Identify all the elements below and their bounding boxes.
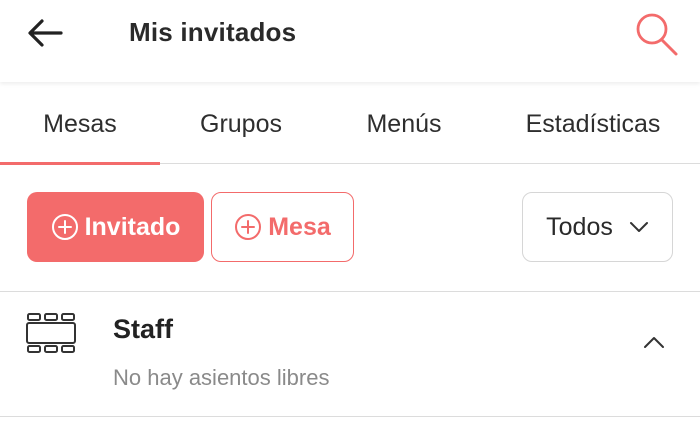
search-icon: [636, 13, 678, 56]
filter-value: Todos: [546, 212, 613, 241]
tab-menus[interactable]: Menús: [322, 84, 486, 164]
tab-label: Mesas: [43, 109, 117, 138]
guest-list-screen: Mis invitados Mesas Grupos Menús Estadís…: [0, 0, 700, 431]
tab-estadisticas[interactable]: Estadísticas: [486, 84, 700, 164]
add-guest-button[interactable]: Invitado: [27, 192, 204, 262]
tab-label: Estadísticas: [525, 109, 661, 138]
add-table-label: Mesa: [268, 212, 331, 241]
table-row[interactable]: Staff No hay asientos libres: [0, 292, 700, 416]
chevron-down-icon: [629, 222, 648, 232]
arrow-left-icon: [28, 19, 63, 47]
tab-grupos[interactable]: Grupos: [160, 84, 322, 164]
chevron-up-icon: [644, 336, 664, 348]
add-table-button[interactable]: Mesa: [211, 192, 354, 262]
add-guest-label: Invitado: [84, 212, 181, 241]
tab-label: Grupos: [200, 109, 282, 138]
page-title: Mis invitados: [129, 17, 297, 47]
table-name: Staff: [113, 314, 173, 344]
divider: [0, 416, 700, 417]
search-button[interactable]: [628, 8, 684, 60]
back-button[interactable]: [22, 12, 68, 54]
table-status: No hay asientos libres: [113, 365, 330, 390]
tab-bar: Mesas Grupos Menús Estadísticas: [0, 84, 700, 165]
top-bar: Mis invitados: [0, 0, 700, 82]
table-icon: [26, 313, 76, 353]
tab-mesas[interactable]: Mesas: [0, 84, 160, 165]
plus-circle-icon: [51, 214, 78, 240]
plus-circle-icon: [235, 214, 262, 240]
tab-label: Menús: [366, 109, 442, 138]
collapse-button[interactable]: [636, 324, 672, 360]
filter-dropdown[interactable]: Todos: [522, 192, 673, 262]
